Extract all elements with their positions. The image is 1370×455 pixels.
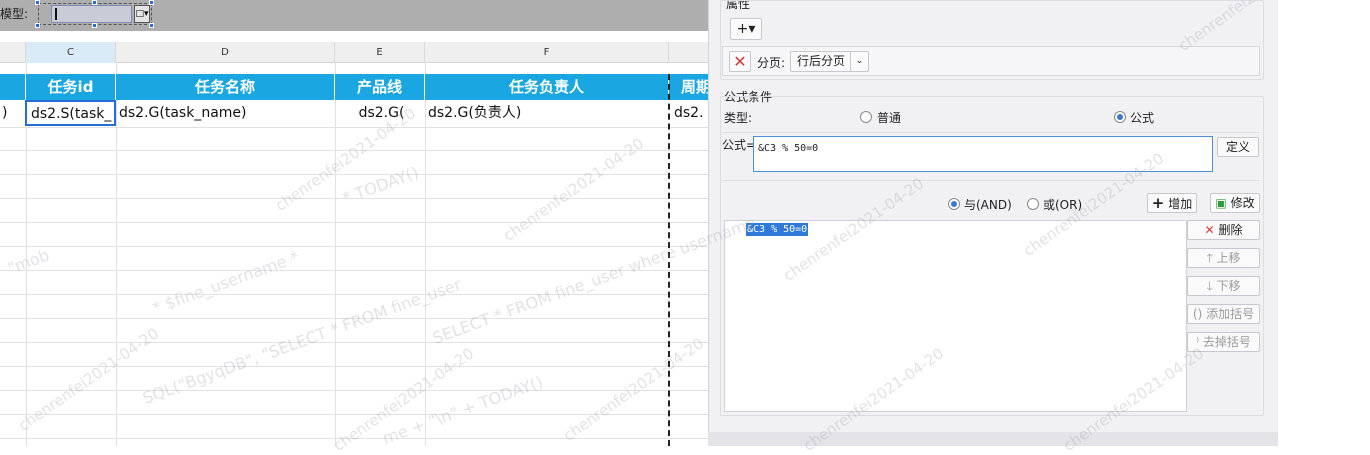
type-normal-radio[interactable] [860,111,872,123]
formula-input[interactable]: &C3 % 50=0 [753,136,1213,172]
combo-dropdown-button[interactable]: □▾ [134,5,150,23]
add-bracket-button[interactable]: () 添加括号 [1187,304,1260,324]
delete-condition-button[interactable]: ✕ 删除 [1187,220,1260,240]
resize-handle[interactable] [35,23,40,28]
modify-condition-label: 修改 [1230,196,1255,210]
table-row: ) ds2.S(task_ ds2.G(task_name) ds2.G( ds… [0,100,708,127]
delete-label: 删除 [1218,223,1243,237]
grid-line [0,390,708,391]
logic-or-radio[interactable] [1027,198,1039,210]
chevron-down-icon: ⌄ [850,52,868,71]
column-header-b[interactable] [0,42,26,63]
divider [722,132,1260,133]
grid-line [0,198,708,199]
paging-select-value: 行后分页 [797,54,846,68]
add-condition-button[interactable]: + 增加 [1147,193,1197,213]
grid-line [0,438,708,439]
logic-and-radio[interactable] [948,198,960,210]
column-header-bar: C D E F [0,42,708,63]
paging-select[interactable]: 行后分页 ⌄ [790,51,869,72]
grid-line [0,174,708,175]
column-header-c[interactable]: C [26,42,116,63]
cell-d3[interactable]: ds2.G(task_name) [117,101,335,126]
move-up-button[interactable]: 🡑 上移 [1187,248,1260,268]
grid-line [0,414,708,415]
move-down-label: 下移 [1216,279,1241,293]
logic-and-label: 与(AND) [964,198,1012,212]
panel-bottom-strip [708,432,1278,446]
cell-e3[interactable]: ds2.G( [336,101,425,126]
arrow-up-icon: 🡑 [1206,251,1213,265]
column-header-e[interactable]: E [335,42,425,63]
condition-list-item[interactable]: &C3 % 50=0 [746,223,809,236]
remove-bracket-label: 去掉括号 [1202,335,1251,349]
page-break-line [668,74,670,446]
formula-equals-label: 公式= [722,138,757,152]
cell-c3-selected[interactable]: ds2.S(task_ [25,100,116,126]
header-cell-period[interactable]: 周期 [669,74,708,100]
type-formula-radio[interactable] [1114,111,1126,123]
grid-line [0,246,708,247]
resize-handle[interactable] [149,0,154,5]
type-formula-label: 公式 [1130,111,1155,125]
edit-icon: ▣ [1215,196,1227,210]
grid-line [0,222,708,223]
text-caret [55,8,57,20]
add-condition-label: 增加 [1168,197,1193,211]
report-sheet: 模型: □▾ C D E F 任务id 任务名称 产品线 任务负责人 周期) … [0,0,708,446]
grid-line [0,318,708,319]
grid-line [0,294,708,295]
close-icon: ✕ [1204,223,1215,237]
resize-handle[interactable] [92,0,97,5]
add-bracket-label: 添加括号 [1206,307,1255,321]
header-cell-owner[interactable]: 任务负责人 [425,74,669,100]
grid-line [0,342,708,343]
column-header-d[interactable]: D [116,42,335,63]
table-header-row: 任务id 任务名称 产品线 任务负责人 周期 [0,74,708,100]
grid-line [0,150,708,151]
cell-f3[interactable]: ds2.G(负责人) [426,101,668,126]
grid-line [0,127,708,128]
paging-label: 分页: [757,56,786,70]
cell-g3[interactable]: ds2. [674,101,708,126]
define-button[interactable]: 定义 [1217,137,1259,157]
add-attribute-button[interactable]: +▾ [730,18,762,40]
resize-handle[interactable] [92,23,97,28]
remove-attribute-icon[interactable]: ✕ [729,51,751,72]
arrow-down-icon: 🡓 [1206,279,1213,293]
grid-line [0,366,708,367]
cell-b3[interactable]: ) [0,101,26,126]
header-cell-task-name[interactable]: 任务名称 [116,74,335,100]
resize-handle[interactable] [149,23,154,28]
logic-or-label: 或(OR) [1043,198,1083,212]
remove-bracket-icon: ⁾ [1196,335,1200,349]
type-normal-label: 普通 [877,111,902,125]
column-header-g[interactable] [669,42,708,63]
bracket-icon: () [1192,307,1203,321]
move-up-label: 上移 [1216,251,1241,265]
grid-line [0,270,708,271]
header-cell[interactable] [0,74,26,100]
blank-area [1278,0,1370,446]
move-down-button[interactable]: 🡓 下移 [1187,276,1260,296]
model-combo-input[interactable] [51,5,132,23]
remove-bracket-button[interactable]: ⁾ 去掉括号 [1187,332,1260,352]
resize-handle[interactable] [35,0,40,5]
divider [722,180,1260,181]
model-label: 模型: [0,7,29,21]
column-header-f[interactable]: F [425,42,669,63]
type-label: 类型: [724,111,753,125]
plus-icon: + [1151,194,1165,212]
condition-list[interactable]: &C3 % 50=0 [724,220,1187,412]
modify-condition-button[interactable]: ▣ 修改 [1210,193,1260,213]
header-cell-product-line[interactable]: 产品线 [335,74,425,100]
header-cell-task-id[interactable]: 任务id [26,74,116,100]
